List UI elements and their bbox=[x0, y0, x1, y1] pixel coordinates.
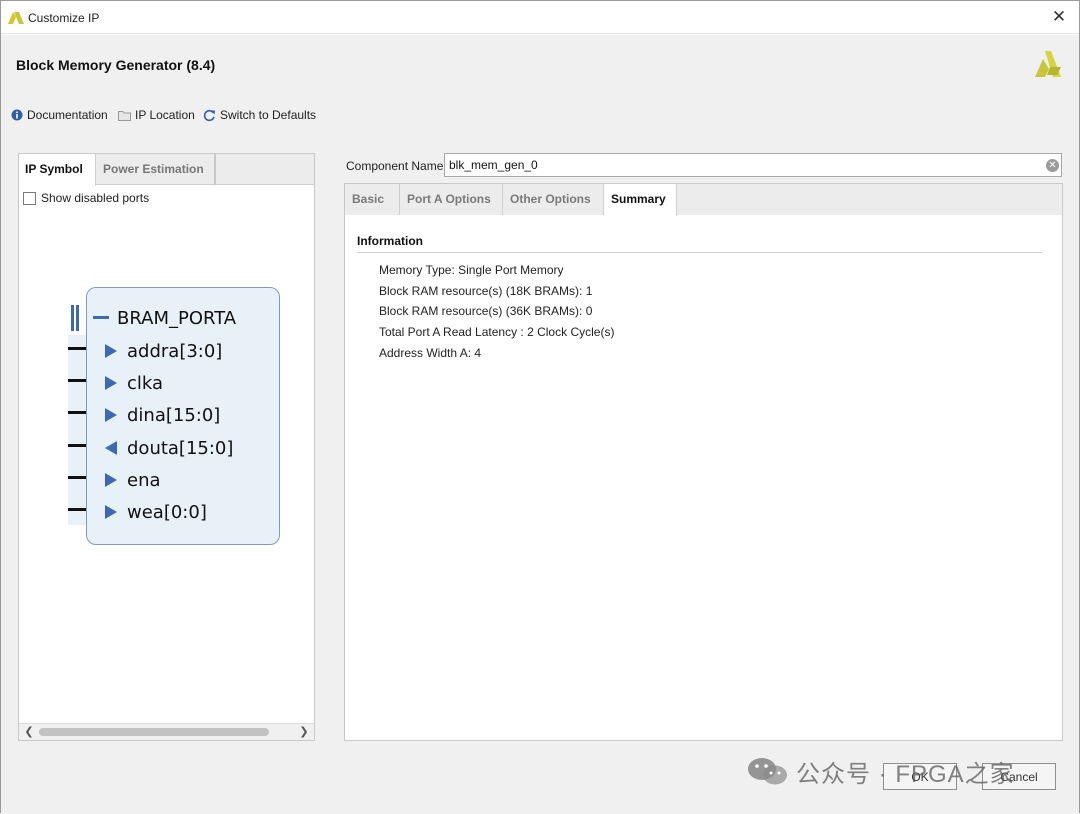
port-stub bbox=[68, 379, 86, 382]
port-stub bbox=[68, 411, 86, 414]
ip-header: Block Memory Generator (8.4) bbox=[1, 35, 1079, 95]
input-arrow-icon bbox=[103, 500, 119, 524]
port-label: wea[0:0] bbox=[127, 501, 207, 523]
refresh-icon bbox=[203, 109, 216, 122]
ok-button[interactable]: OK bbox=[883, 763, 957, 790]
bus-interface-lines bbox=[71, 305, 81, 331]
port-row-douta: douta[15:0] bbox=[103, 436, 233, 460]
info-icon bbox=[11, 109, 23, 121]
port-label: douta[15:0] bbox=[127, 437, 234, 459]
bus-port-row[interactable]: BRAM_PORTA bbox=[93, 306, 236, 330]
vivado-app-icon bbox=[8, 12, 24, 24]
tab-other-options[interactable]: Other Options bbox=[503, 184, 604, 215]
tab-basic[interactable]: Basic bbox=[345, 184, 400, 215]
xilinx-logo-icon bbox=[1035, 51, 1061, 77]
port-label: clka bbox=[127, 372, 164, 394]
tab-summary[interactable]: Summary bbox=[604, 184, 677, 216]
input-arrow-icon bbox=[103, 468, 119, 492]
scrollbar-thumb[interactable] bbox=[39, 728, 269, 736]
documentation-label: Documentation bbox=[27, 108, 108, 122]
ip-block: BRAM_PORTA addra[3:0] clka dina[15:0] do… bbox=[86, 287, 280, 545]
scroll-left-icon[interactable]: ❮ bbox=[21, 725, 37, 740]
ip-location-button[interactable]: IP Location bbox=[118, 108, 195, 122]
input-arrow-icon bbox=[103, 339, 119, 363]
port-label: addra[3:0] bbox=[127, 340, 223, 362]
clear-input-icon[interactable]: ✕ bbox=[1046, 159, 1059, 172]
info-36k-brams: Block RAM resource(s) (36K BRAMs): 0 bbox=[379, 304, 593, 319]
toolbar: Documentation IP Location Switch to Defa… bbox=[1, 95, 1079, 135]
config-tab-bar: Basic Port A Options Other Options Summa… bbox=[345, 184, 1062, 216]
component-name-label: Component Name bbox=[346, 159, 444, 173]
tab-power-estimation[interactable]: Power Estimation bbox=[97, 154, 216, 185]
port-stub bbox=[68, 347, 86, 350]
information-title: Information bbox=[357, 234, 1042, 253]
port-row-clka: clka bbox=[103, 371, 163, 395]
horizontal-scrollbar[interactable]: ❮ ❯ bbox=[19, 723, 314, 740]
switch-to-defaults-button[interactable]: Switch to Defaults bbox=[203, 108, 316, 122]
port-label: dina[15:0] bbox=[127, 404, 221, 426]
port-stub bbox=[68, 476, 86, 479]
cancel-button[interactable]: Cancel bbox=[982, 763, 1056, 790]
information-lines: Memory Type: Single Port Memory Block RA… bbox=[357, 260, 1042, 363]
title-bar: Customize IP ✕ bbox=[1, 1, 1079, 34]
tab-ip-symbol[interactable]: IP Symbol bbox=[19, 154, 96, 186]
component-name-input[interactable] bbox=[444, 153, 1062, 177]
bus-name: BRAM_PORTA bbox=[117, 307, 237, 329]
window-title: Customize IP bbox=[28, 11, 100, 25]
ip-location-label: IP Location bbox=[135, 108, 195, 122]
input-arrow-icon bbox=[103, 403, 119, 427]
output-arrow-icon bbox=[103, 436, 119, 460]
info-memory-type: Memory Type: Single Port Memory bbox=[379, 263, 564, 277]
information-section: Information Memory Type: Single Port Mem… bbox=[357, 234, 1042, 363]
left-tab-bar: IP Symbol Power Estimation bbox=[19, 154, 314, 186]
tab-port-a-options[interactable]: Port A Options bbox=[400, 184, 503, 215]
input-arrow-icon bbox=[103, 371, 119, 395]
configuration-panel: Basic Port A Options Other Options Summa… bbox=[344, 183, 1063, 741]
port-strip bbox=[68, 335, 86, 525]
port-stub bbox=[68, 444, 86, 447]
info-address-width: Address Width A: 4 bbox=[379, 345, 482, 360]
switch-to-defaults-label: Switch to Defaults bbox=[220, 108, 317, 122]
port-row-ena: ena bbox=[103, 468, 161, 492]
ip-symbol-diagram: BRAM_PORTA addra[3:0] clka dina[15:0] do… bbox=[59, 285, 299, 550]
info-18k-brams: Block RAM resource(s) (18K BRAMs): 1 bbox=[379, 283, 593, 298]
port-row-dina: dina[15:0] bbox=[103, 403, 220, 427]
port-row-addra: addra[3:0] bbox=[103, 339, 222, 363]
bus-collapse-icon[interactable] bbox=[93, 306, 109, 330]
folder-icon bbox=[118, 110, 131, 121]
port-stub bbox=[68, 508, 86, 511]
ip-title: Block Memory Generator (8.4) bbox=[16, 57, 216, 73]
documentation-button[interactable]: Documentation bbox=[11, 108, 108, 122]
show-disabled-ports-checkbox[interactable] bbox=[23, 191, 36, 205]
ip-symbol-panel: IP Symbol Power Estimation Show disabled… bbox=[18, 153, 315, 741]
close-icon[interactable]: ✕ bbox=[1049, 7, 1069, 27]
show-disabled-ports-label: Show disabled ports bbox=[41, 191, 150, 205]
customize-ip-window: Customize IP ✕ Block Memory Generator (8… bbox=[0, 0, 1080, 814]
info-read-latency: Total Port A Read Latency : 2 Clock Cycl… bbox=[379, 325, 615, 340]
scroll-right-icon[interactable]: ❯ bbox=[296, 725, 312, 740]
show-disabled-ports-option[interactable]: Show disabled ports bbox=[23, 191, 149, 205]
port-label: ena bbox=[127, 469, 161, 491]
port-row-wea: wea[0:0] bbox=[103, 500, 207, 524]
